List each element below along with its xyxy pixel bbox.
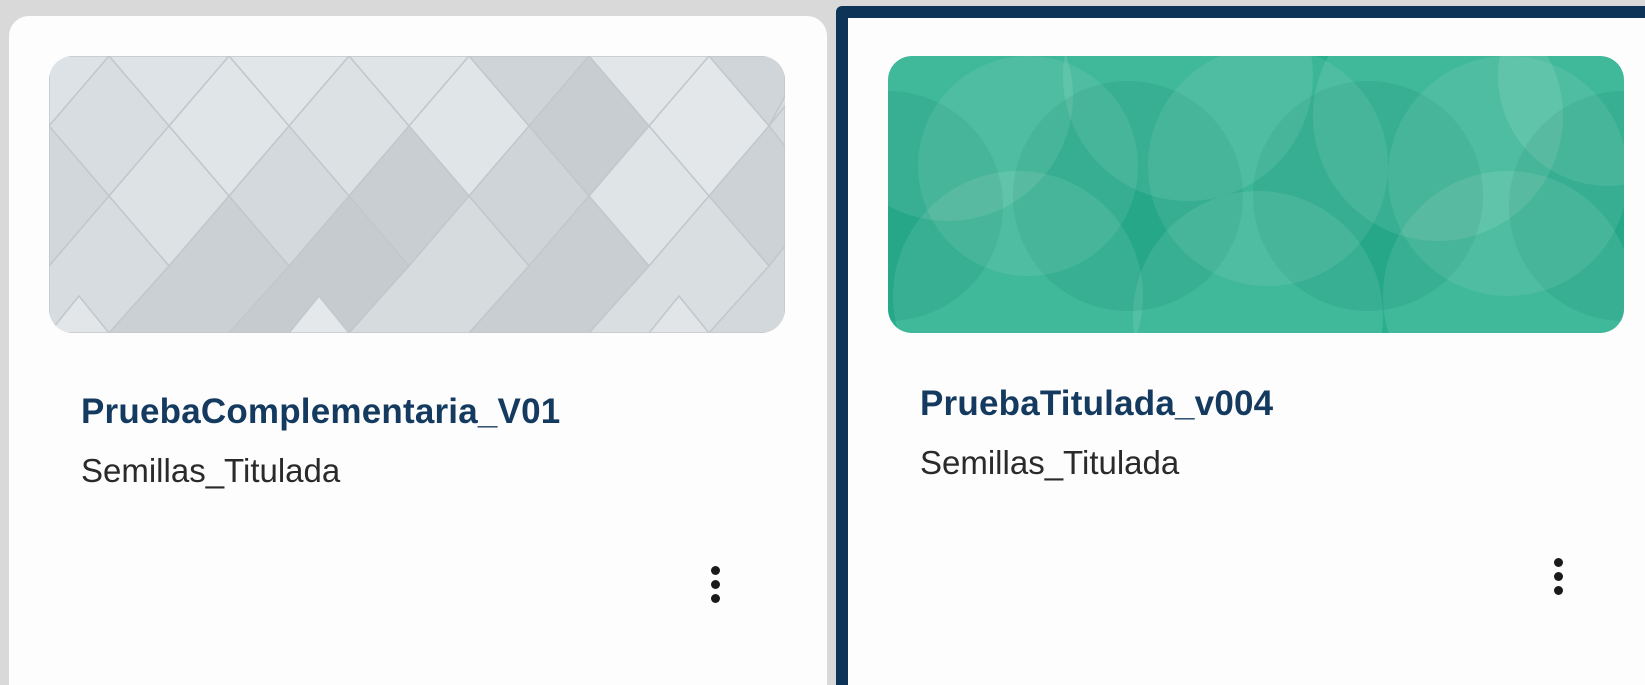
more-vertical-icon <box>710 563 720 605</box>
course-banner-image[interactable] <box>888 56 1624 333</box>
course-subtitle: Semillas_Titulada <box>81 452 341 489</box>
circle-pattern <box>888 56 1624 333</box>
course-card[interactable]: PruebaComplementaria_V01 Semillas_Titula… <box>9 16 827 685</box>
course-title[interactable]: PruebaComplementaria_V01 <box>81 392 560 432</box>
more-options-button[interactable] <box>1536 548 1580 604</box>
course-subtitle: Semillas_Titulada <box>920 444 1180 481</box>
course-grid: PruebaComplementaria_V01 Semillas_Titula… <box>0 0 1645 685</box>
more-vertical-icon <box>1553 555 1563 597</box>
course-title[interactable]: PruebaTitulada_v004 <box>920 384 1273 424</box>
diamond-pattern <box>49 56 785 333</box>
course-banner-image[interactable] <box>49 56 785 333</box>
more-options-button[interactable] <box>693 556 737 612</box>
course-card-selected[interactable]: PruebaTitulada_v004 Semillas_Titulada <box>836 6 1645 685</box>
